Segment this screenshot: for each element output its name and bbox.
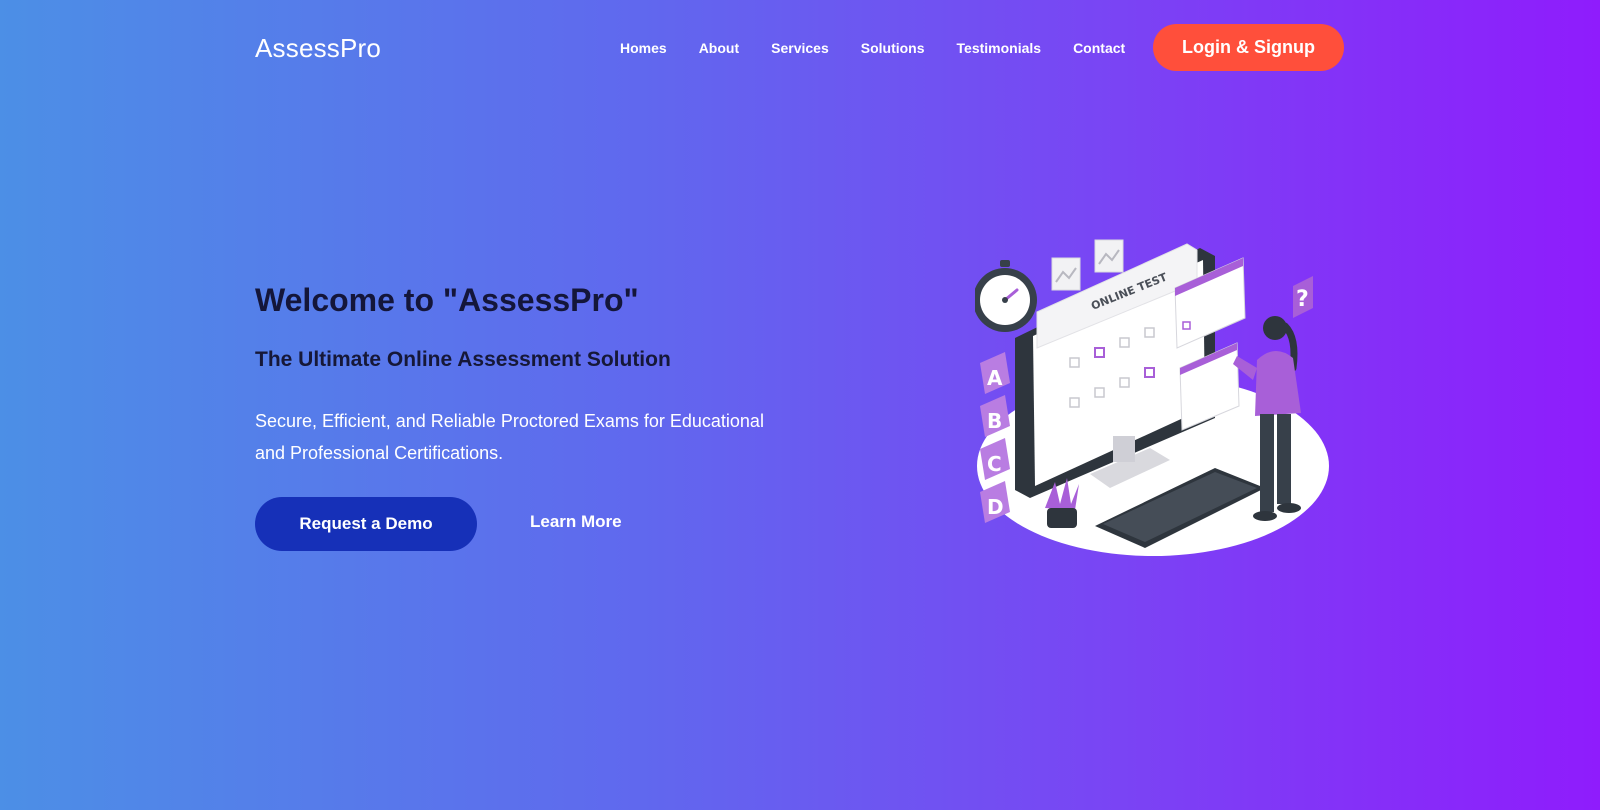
- svg-text:A: A: [987, 366, 1003, 390]
- question-mark: ?: [1296, 287, 1309, 312]
- svg-text:B: B: [987, 409, 1002, 433]
- nav-link-solutions[interactable]: Solutions: [861, 38, 925, 58]
- main-menu: Homes About Services Solutions Testimoni…: [620, 38, 1157, 58]
- brand-logo[interactable]: AssessPro: [255, 33, 381, 64]
- svg-text:C: C: [987, 452, 1002, 476]
- nav-link-testimonials[interactable]: Testimonials: [957, 38, 1042, 58]
- nav-link-contact[interactable]: Contact: [1073, 38, 1125, 58]
- top-navigation: AssessPro Homes About Services Solutions…: [0, 0, 1600, 96]
- request-demo-button[interactable]: Request a Demo: [255, 497, 477, 551]
- hero-title: Welcome to "AssessPro": [255, 282, 639, 318]
- hero-description: Secure, Efficient, and Reliable Proctore…: [255, 411, 764, 463]
- learn-more-link[interactable]: Learn More: [530, 512, 622, 532]
- nav-link-services[interactable]: Services: [771, 38, 829, 58]
- online-test-illustration: ONLINE TEST ? A B C D: [975, 239, 1329, 556]
- nav-link-about[interactable]: About: [699, 38, 739, 58]
- option-block-a: A: [980, 352, 1010, 394]
- login-signup-button[interactable]: Login & Signup: [1153, 24, 1344, 71]
- nav-link-homes[interactable]: Homes: [620, 38, 667, 58]
- svg-text:D: D: [987, 495, 1004, 519]
- hero-subtitle: The Ultimate Online Assessment Solution: [255, 348, 671, 371]
- question-badge-icon: ?: [1293, 276, 1313, 318]
- stopwatch-icon: [975, 260, 1037, 332]
